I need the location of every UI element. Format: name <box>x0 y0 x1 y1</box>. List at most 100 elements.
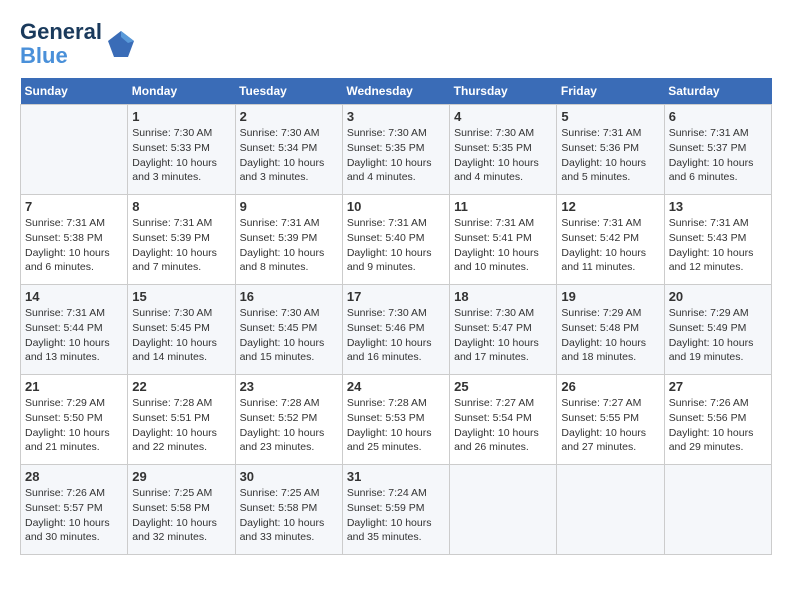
calendar-cell: 21 Sunrise: 7:29 AMSunset: 5:50 PMDaylig… <box>21 375 128 465</box>
day-number: 7 <box>25 199 123 214</box>
page-header: GeneralBlue <box>20 20 772 68</box>
column-header-friday: Friday <box>557 78 664 105</box>
calendar-cell: 11 Sunrise: 7:31 AMSunset: 5:41 PMDaylig… <box>450 195 557 285</box>
day-info: Sunrise: 7:31 AMSunset: 5:41 PMDaylight:… <box>454 216 552 275</box>
calendar-cell: 14 Sunrise: 7:31 AMSunset: 5:44 PMDaylig… <box>21 285 128 375</box>
day-info: Sunrise: 7:31 AMSunset: 5:40 PMDaylight:… <box>347 216 445 275</box>
calendar-header-row: SundayMondayTuesdayWednesdayThursdayFrid… <box>21 78 772 105</box>
calendar-cell: 6 Sunrise: 7:31 AMSunset: 5:37 PMDayligh… <box>664 105 771 195</box>
column-header-wednesday: Wednesday <box>342 78 449 105</box>
day-info: Sunrise: 7:25 AMSunset: 5:58 PMDaylight:… <box>240 486 338 545</box>
day-number: 6 <box>669 109 767 124</box>
day-info: Sunrise: 7:25 AMSunset: 5:58 PMDaylight:… <box>132 486 230 545</box>
day-number: 20 <box>669 289 767 304</box>
day-info: Sunrise: 7:28 AMSunset: 5:53 PMDaylight:… <box>347 396 445 455</box>
day-number: 17 <box>347 289 445 304</box>
day-number: 14 <box>25 289 123 304</box>
day-number: 29 <box>132 469 230 484</box>
day-info: Sunrise: 7:31 AMSunset: 5:37 PMDaylight:… <box>669 126 767 185</box>
day-info: Sunrise: 7:31 AMSunset: 5:43 PMDaylight:… <box>669 216 767 275</box>
day-number: 16 <box>240 289 338 304</box>
calendar-cell: 30 Sunrise: 7:25 AMSunset: 5:58 PMDaylig… <box>235 465 342 555</box>
calendar-cell: 20 Sunrise: 7:29 AMSunset: 5:49 PMDaylig… <box>664 285 771 375</box>
day-info: Sunrise: 7:31 AMSunset: 5:38 PMDaylight:… <box>25 216 123 275</box>
day-number: 30 <box>240 469 338 484</box>
calendar-cell: 28 Sunrise: 7:26 AMSunset: 5:57 PMDaylig… <box>21 465 128 555</box>
calendar-cell <box>664 465 771 555</box>
day-info: Sunrise: 7:31 AMSunset: 5:44 PMDaylight:… <box>25 306 123 365</box>
calendar-cell: 23 Sunrise: 7:28 AMSunset: 5:52 PMDaylig… <box>235 375 342 465</box>
calendar-cell: 5 Sunrise: 7:31 AMSunset: 5:36 PMDayligh… <box>557 105 664 195</box>
day-info: Sunrise: 7:30 AMSunset: 5:46 PMDaylight:… <box>347 306 445 365</box>
day-info: Sunrise: 7:30 AMSunset: 5:45 PMDaylight:… <box>132 306 230 365</box>
day-info: Sunrise: 7:29 AMSunset: 5:48 PMDaylight:… <box>561 306 659 365</box>
calendar-cell: 31 Sunrise: 7:24 AMSunset: 5:59 PMDaylig… <box>342 465 449 555</box>
day-number: 23 <box>240 379 338 394</box>
calendar-cell: 26 Sunrise: 7:27 AMSunset: 5:55 PMDaylig… <box>557 375 664 465</box>
calendar-cell: 16 Sunrise: 7:30 AMSunset: 5:45 PMDaylig… <box>235 285 342 375</box>
calendar-cell: 4 Sunrise: 7:30 AMSunset: 5:35 PMDayligh… <box>450 105 557 195</box>
calendar-cell: 2 Sunrise: 7:30 AMSunset: 5:34 PMDayligh… <box>235 105 342 195</box>
calendar-cell: 17 Sunrise: 7:30 AMSunset: 5:46 PMDaylig… <box>342 285 449 375</box>
day-info: Sunrise: 7:30 AMSunset: 5:45 PMDaylight:… <box>240 306 338 365</box>
day-info: Sunrise: 7:31 AMSunset: 5:36 PMDaylight:… <box>561 126 659 185</box>
day-number: 24 <box>347 379 445 394</box>
column-header-sunday: Sunday <box>21 78 128 105</box>
logo: GeneralBlue <box>20 20 136 68</box>
day-info: Sunrise: 7:31 AMSunset: 5:39 PMDaylight:… <box>240 216 338 275</box>
calendar-cell <box>450 465 557 555</box>
calendar-cell: 19 Sunrise: 7:29 AMSunset: 5:48 PMDaylig… <box>557 285 664 375</box>
day-number: 3 <box>347 109 445 124</box>
day-info: Sunrise: 7:28 AMSunset: 5:52 PMDaylight:… <box>240 396 338 455</box>
calendar-week-5: 28 Sunrise: 7:26 AMSunset: 5:57 PMDaylig… <box>21 465 772 555</box>
calendar-week-2: 7 Sunrise: 7:31 AMSunset: 5:38 PMDayligh… <box>21 195 772 285</box>
day-number: 8 <box>132 199 230 214</box>
day-number: 11 <box>454 199 552 214</box>
day-info: Sunrise: 7:30 AMSunset: 5:47 PMDaylight:… <box>454 306 552 365</box>
day-number: 9 <box>240 199 338 214</box>
calendar-cell: 15 Sunrise: 7:30 AMSunset: 5:45 PMDaylig… <box>128 285 235 375</box>
column-header-saturday: Saturday <box>664 78 771 105</box>
calendar-cell: 12 Sunrise: 7:31 AMSunset: 5:42 PMDaylig… <box>557 195 664 285</box>
day-number: 18 <box>454 289 552 304</box>
calendar-cell: 7 Sunrise: 7:31 AMSunset: 5:38 PMDayligh… <box>21 195 128 285</box>
day-number: 31 <box>347 469 445 484</box>
day-info: Sunrise: 7:30 AMSunset: 5:33 PMDaylight:… <box>132 126 230 185</box>
calendar-cell: 22 Sunrise: 7:28 AMSunset: 5:51 PMDaylig… <box>128 375 235 465</box>
calendar-cell <box>557 465 664 555</box>
day-number: 28 <box>25 469 123 484</box>
day-number: 12 <box>561 199 659 214</box>
day-info: Sunrise: 7:26 AMSunset: 5:56 PMDaylight:… <box>669 396 767 455</box>
day-number: 26 <box>561 379 659 394</box>
day-info: Sunrise: 7:30 AMSunset: 5:35 PMDaylight:… <box>347 126 445 185</box>
logo-icon <box>106 29 136 59</box>
day-number: 25 <box>454 379 552 394</box>
day-number: 1 <box>132 109 230 124</box>
day-number: 10 <box>347 199 445 214</box>
day-info: Sunrise: 7:27 AMSunset: 5:54 PMDaylight:… <box>454 396 552 455</box>
day-number: 15 <box>132 289 230 304</box>
calendar-cell: 18 Sunrise: 7:30 AMSunset: 5:47 PMDaylig… <box>450 285 557 375</box>
day-info: Sunrise: 7:28 AMSunset: 5:51 PMDaylight:… <box>132 396 230 455</box>
day-info: Sunrise: 7:31 AMSunset: 5:39 PMDaylight:… <box>132 216 230 275</box>
calendar-table: SundayMondayTuesdayWednesdayThursdayFrid… <box>20 78 772 555</box>
day-number: 4 <box>454 109 552 124</box>
calendar-cell: 24 Sunrise: 7:28 AMSunset: 5:53 PMDaylig… <box>342 375 449 465</box>
day-info: Sunrise: 7:27 AMSunset: 5:55 PMDaylight:… <box>561 396 659 455</box>
calendar-cell: 27 Sunrise: 7:26 AMSunset: 5:56 PMDaylig… <box>664 375 771 465</box>
day-number: 2 <box>240 109 338 124</box>
day-number: 19 <box>561 289 659 304</box>
day-number: 13 <box>669 199 767 214</box>
calendar-cell: 3 Sunrise: 7:30 AMSunset: 5:35 PMDayligh… <box>342 105 449 195</box>
day-info: Sunrise: 7:26 AMSunset: 5:57 PMDaylight:… <box>25 486 123 545</box>
calendar-cell: 29 Sunrise: 7:25 AMSunset: 5:58 PMDaylig… <box>128 465 235 555</box>
calendar-cell: 9 Sunrise: 7:31 AMSunset: 5:39 PMDayligh… <box>235 195 342 285</box>
calendar-week-4: 21 Sunrise: 7:29 AMSunset: 5:50 PMDaylig… <box>21 375 772 465</box>
day-info: Sunrise: 7:24 AMSunset: 5:59 PMDaylight:… <box>347 486 445 545</box>
day-info: Sunrise: 7:30 AMSunset: 5:34 PMDaylight:… <box>240 126 338 185</box>
logo-text: GeneralBlue <box>20 20 102 68</box>
column-header-thursday: Thursday <box>450 78 557 105</box>
calendar-cell: 25 Sunrise: 7:27 AMSunset: 5:54 PMDaylig… <box>450 375 557 465</box>
calendar-cell: 1 Sunrise: 7:30 AMSunset: 5:33 PMDayligh… <box>128 105 235 195</box>
calendar-cell: 8 Sunrise: 7:31 AMSunset: 5:39 PMDayligh… <box>128 195 235 285</box>
